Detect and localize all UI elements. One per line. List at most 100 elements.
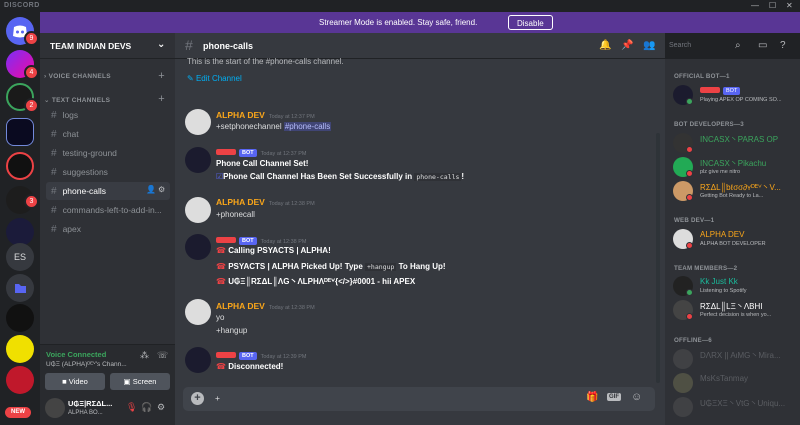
server-list: 9 4 2 3 ES NEW	[0, 12, 40, 425]
video-button[interactable]: ■ Video	[45, 373, 105, 390]
channel-testing-ground[interactable]: # testing-ground	[46, 144, 170, 162]
headphones-icon[interactable]: 🎧	[141, 402, 152, 413]
server-icon[interactable]	[6, 218, 34, 246]
settings-gear-icon[interactable]: ⚙	[157, 402, 165, 413]
emoji-icon[interactable]: ☺	[631, 391, 642, 403]
upload-plus-icon[interactable]: +	[191, 392, 204, 405]
search-icon[interactable]: ⌕	[735, 40, 741, 51]
help-icon[interactable]: ?	[780, 40, 786, 51]
channel-mention[interactable]: #phone-calls	[283, 122, 332, 131]
avatar[interactable]	[45, 398, 65, 418]
bot-avatar[interactable]	[185, 347, 211, 373]
channel-logs[interactable]: # logs	[46, 106, 170, 124]
pin-icon[interactable]: 📌	[621, 40, 633, 51]
message-author[interactable]: BOT Today at 12:38 PM	[216, 235, 307, 245]
channel-suggestions[interactable]: # suggestions	[46, 163, 170, 181]
add-channel-icon[interactable]: +	[158, 93, 165, 105]
channel-commands[interactable]: # commands-left-to-add-in...	[46, 201, 170, 219]
message-author[interactable]: ALPHA DEV Today at 12:38 PM	[216, 301, 315, 311]
bell-icon[interactable]: 🔔	[599, 40, 611, 51]
member-item[interactable]: RΣΔL║LΞ丶ΛBHI Perfect decision is when yo…	[673, 298, 800, 322]
message-author[interactable]: BOT Today at 12:39 PM	[216, 350, 307, 360]
server-icon-devolt[interactable]	[6, 335, 34, 363]
user-name: U₲Ξ|RΣΔL...	[68, 399, 113, 408]
disable-streamer-mode-button[interactable]: Disable	[508, 15, 553, 30]
member-item[interactable]: INCASX丶Pikachu plz give me nitro	[673, 155, 800, 179]
mute-icon[interactable]: 🎙	[126, 402, 137, 413]
member-activity: Listening to Spotify	[700, 288, 747, 294]
message-content: ☑Phone Call Channel Has Been Set Success…	[216, 172, 465, 181]
avatar[interactable]	[185, 299, 211, 325]
member-item[interactable]: MsKsTanmay	[673, 371, 800, 395]
banner-message: Streamer Mode is enabled. Stay safe, fri…	[319, 18, 478, 27]
server-icon[interactable]	[6, 366, 34, 394]
folder-icon[interactable]	[6, 274, 34, 302]
gear-icon[interactable]: ⚙	[158, 185, 165, 194]
member-item[interactable]: DΛRX || AιMG丶Mira...	[673, 347, 800, 371]
avatar[interactable]	[185, 197, 211, 223]
avatar	[673, 373, 693, 393]
server-icon[interactable]	[6, 304, 34, 332]
server-icon-es[interactable]: ES	[6, 243, 34, 271]
channel-phone-calls[interactable]: # phone-calls 👤 ⚙	[46, 182, 170, 200]
edit-channel-link[interactable]: ✎ Edit Channel	[187, 74, 242, 83]
channel-chat[interactable]: # chat	[46, 125, 170, 143]
category-text[interactable]: ⌄ TEXT CHANNELS +	[44, 93, 171, 105]
member-item[interactable]: ALPHA DEV ALPHA BOT DEVELOPER	[673, 227, 800, 251]
add-channel-icon[interactable]: +	[158, 70, 165, 82]
avatar[interactable]	[185, 109, 211, 135]
voice-connected-status[interactable]: Voice Connected	[46, 350, 106, 359]
new-badge: NEW	[5, 407, 31, 418]
server-header[interactable]: TEAM INDIAN DEVS ⌄	[40, 33, 175, 59]
camera-icon: ■	[62, 377, 67, 386]
member-name: DΛRX || AιMG丶Mira...	[700, 351, 781, 360]
member-activity: Getting Bot Ready to La...	[700, 193, 764, 199]
message-content: Phone Call Channel Set!	[216, 159, 309, 168]
message-author[interactable]: BOT Today at 12:37 PM	[216, 147, 307, 157]
gift-icon[interactable]: 🎁	[586, 392, 598, 403]
bot-avatar[interactable]	[185, 234, 211, 260]
bot-tag: BOT	[239, 352, 257, 360]
channel-apex[interactable]: # apex	[46, 220, 170, 238]
member-item[interactable]: Kk Just Kk Listening to Spotify	[673, 274, 800, 298]
member-activity: Perfect decision is when yo...	[700, 312, 772, 318]
inbox-icon[interactable]: ▭	[758, 40, 767, 51]
voice-channel-name[interactable]: U₲Ξ (ALPHA)ᴰᴱⱽ's Chann...	[46, 360, 141, 368]
invite-icon[interactable]: 👤	[146, 185, 156, 194]
bot-avatar[interactable]	[185, 147, 211, 173]
search-input[interactable]: Search	[665, 40, 741, 53]
member-item[interactable]: BOT Playing APEX OP COMING SO...	[673, 83, 800, 107]
server-icon[interactable]	[6, 152, 34, 180]
phone-emoji-icon: ☎	[216, 246, 226, 255]
server-icon-team-indian-devs[interactable]	[6, 118, 34, 146]
bot-tag: BOT	[723, 87, 741, 95]
server-name: TEAM INDIAN DEVS	[50, 41, 132, 51]
maximize-icon[interactable]: ☐	[769, 1, 776, 10]
close-icon[interactable]: ✕	[786, 1, 793, 10]
message-author[interactable]: ALPHA DEV Today at 12:38 PM	[216, 197, 315, 207]
member-name: RΣΔL║ƅℓσσ∂ʏᴰᴱⱽ丶V...	[700, 183, 781, 192]
category-voice[interactable]: › VOICE CHANNELS +	[44, 70, 171, 82]
scrollbar[interactable]	[656, 133, 660, 383]
member-item[interactable]: INCASX丶PARAS OP	[673, 131, 800, 155]
noise-suppression-icon[interactable]: ⁂	[140, 350, 149, 361]
message-content: +hangup	[216, 326, 248, 335]
channel-header: # phone-calls 🔔 📌 👥	[175, 33, 665, 59]
member-item[interactable]: U₲ΞXΞ丶VtG丶Uniqu...	[673, 395, 800, 419]
message-input[interactable]: +	[215, 393, 220, 403]
message-content: +phonecall	[216, 210, 255, 219]
message-content: ☎ Calling PSYACTS | ALPHA!	[216, 246, 331, 255]
message-author[interactable]: ALPHA DEV Today at 12:37 PM	[216, 110, 315, 120]
disconnect-icon[interactable]: ☏	[157, 350, 168, 361]
member-group-header: BOT DEVELOPERS—3	[674, 121, 744, 128]
member-item[interactable]: RΣΔL║ƅℓσσ∂ʏᴰᴱⱽ丶V... Getting Bot Ready to…	[673, 179, 800, 203]
unread-badge: 2	[24, 98, 39, 113]
members-icon[interactable]: 👥	[643, 40, 655, 51]
member-group-header: OFFLINE—6	[674, 337, 712, 344]
screen-share-button[interactable]: ▣ Screen	[110, 373, 170, 390]
status-dot	[686, 242, 693, 249]
gif-button[interactable]: GIF	[607, 393, 621, 401]
message-content: ☎ PSYACTS | ALPHA Picked Up! Type +hangu…	[216, 262, 446, 271]
hash-icon: #	[51, 110, 57, 121]
minimize-icon[interactable]: —	[751, 1, 759, 10]
